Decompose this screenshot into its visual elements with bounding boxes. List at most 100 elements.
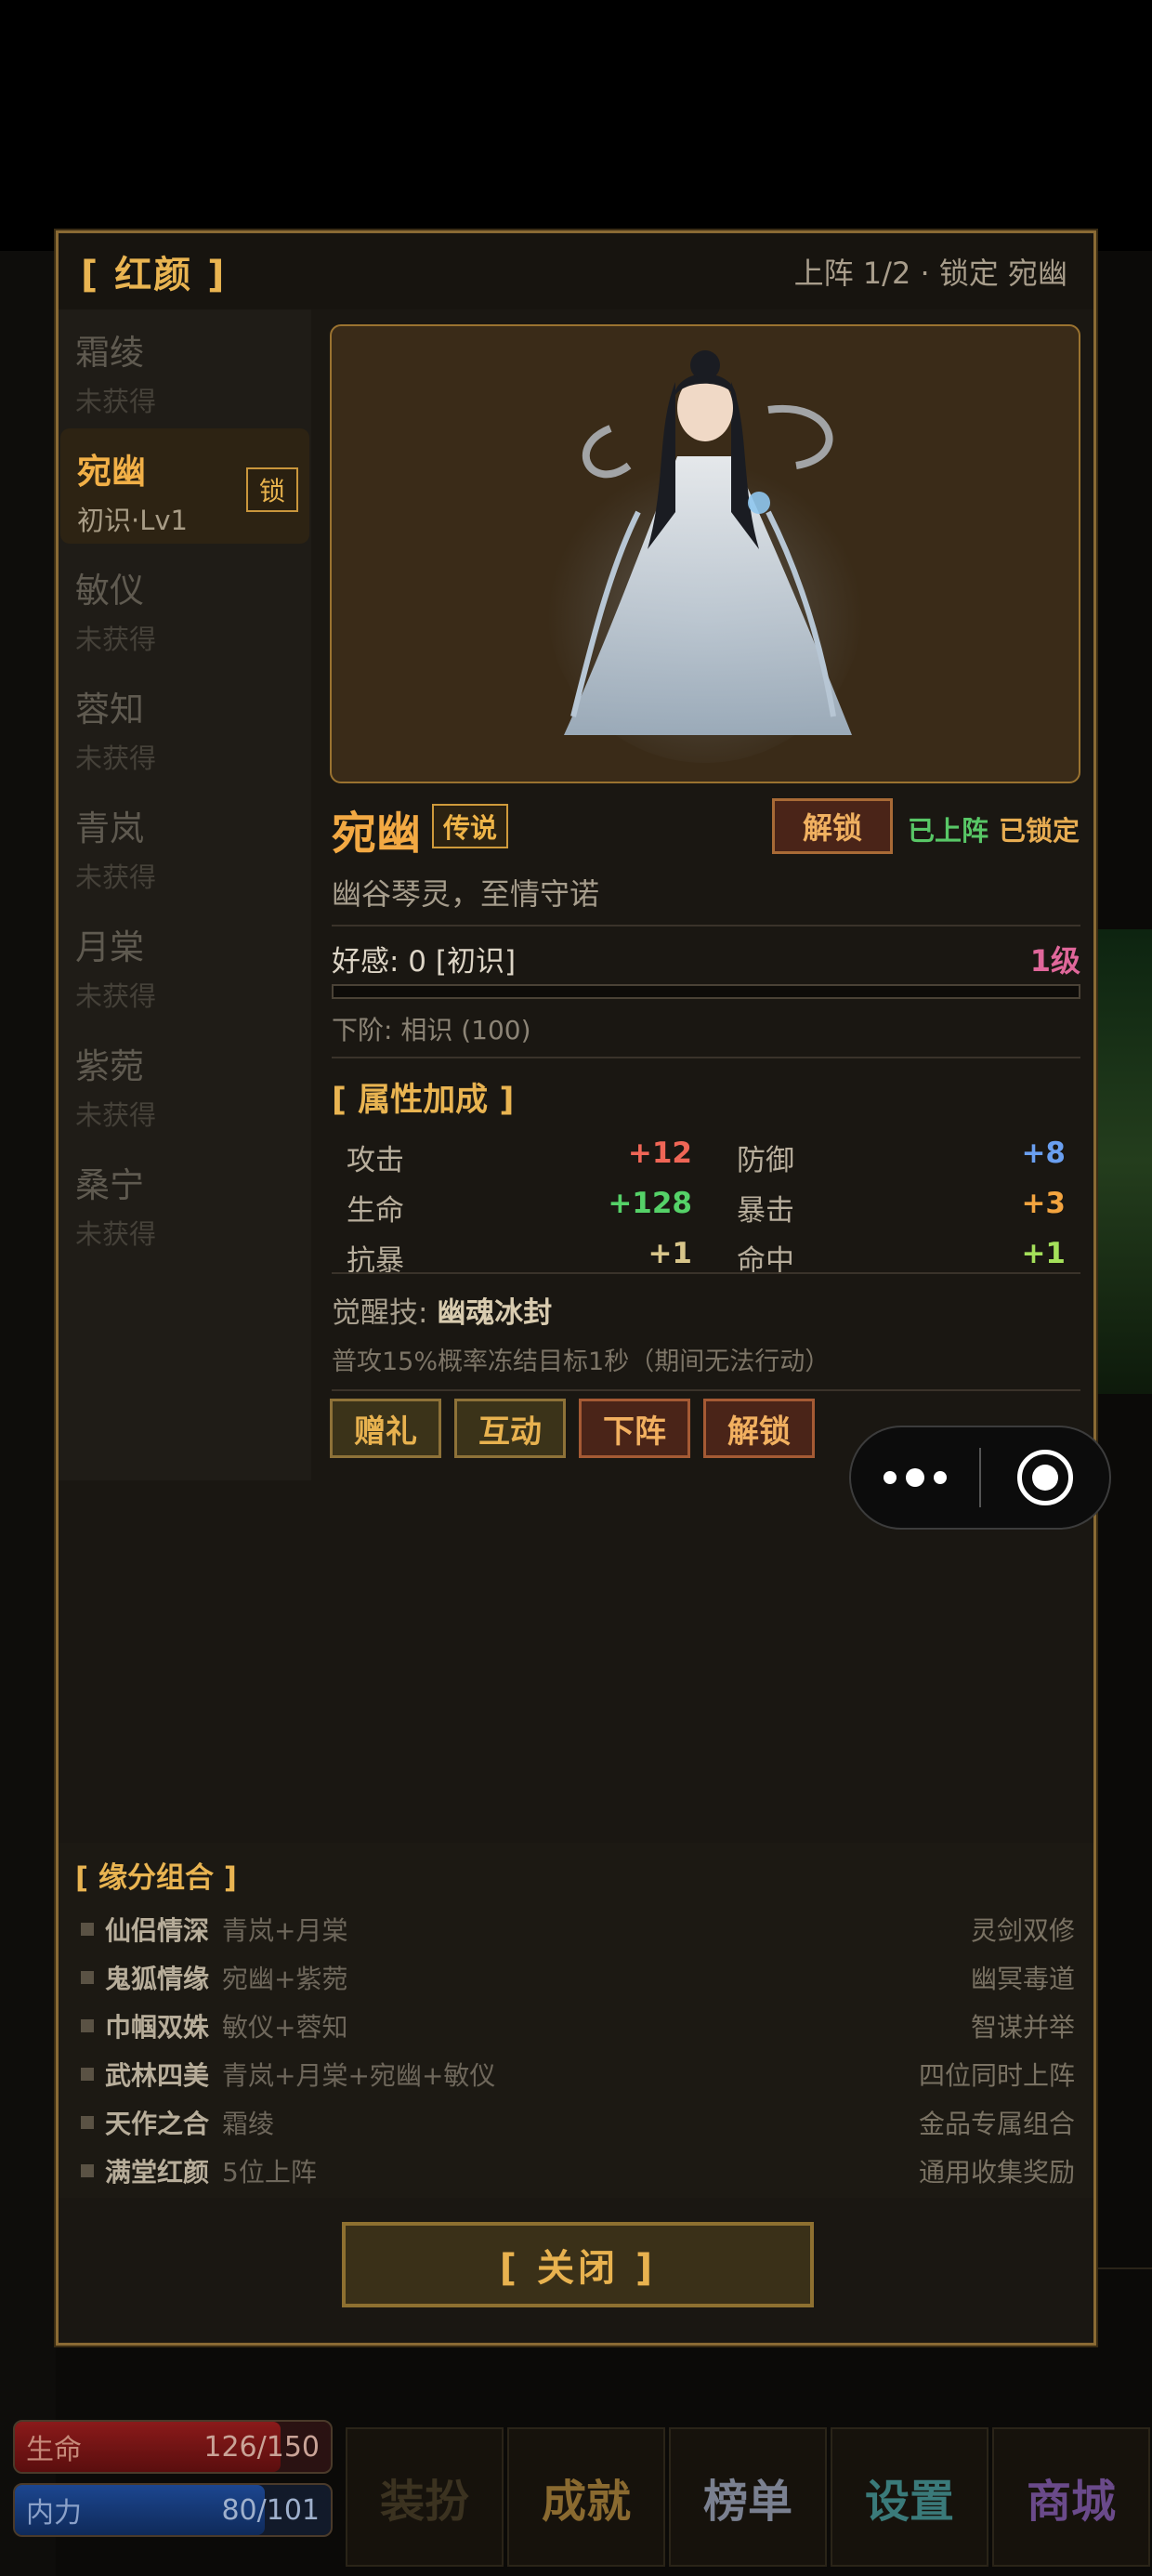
beauty-modal: [ 红颜 ] 上阵 1/2 · 锁定 宛幽 霜绫 未获得 宛幽 初识·Lv1 锁… xyxy=(56,230,1096,2346)
combo-desc: 通用收集奖励 xyxy=(918,2157,1075,2188)
list-item-sangning[interactable]: 桑宁 未获得 xyxy=(59,1142,311,1257)
more-dots-icon[interactable] xyxy=(851,1468,979,1487)
miniprogram-capsule xyxy=(849,1426,1111,1530)
divider xyxy=(332,1389,1080,1391)
awaken-skill: 觉醒技: 幽魂冰封 xyxy=(332,1289,552,1331)
attr-label-attack: 攻击 xyxy=(347,1144,404,1177)
list-item-shuangling[interactable]: 霜绫 未获得 xyxy=(59,309,311,425)
game-scenery xyxy=(1087,929,1152,1394)
combo-row: 鬼狐情缘 宛幽+紫菀 幽冥毒道 xyxy=(81,1954,1075,2001)
mp-value: 80/101 xyxy=(221,2493,320,2527)
hp-value: 126/150 xyxy=(203,2430,320,2464)
combo-row: 武林四美 青岚+月棠+宛幽+敏仪 四位同时上阵 xyxy=(81,2051,1075,2097)
combo-section: [ 缘分组合 ] 仙侣情深 青岚+月棠 灵剑双修 鬼狐情缘 宛幽+紫菀 幽冥毒道 巾帼双… xyxy=(59,1843,1093,2198)
attr-label-crit: 暴击 xyxy=(737,1194,794,1228)
gift-button[interactable]: 赠礼 xyxy=(330,1399,441,1458)
attr-value-crit: +3 xyxy=(1021,1187,1066,1220)
screen: 生命 126/150 内力 80/101 装扮 成就 榜单 设置 商城 [ 红颜… xyxy=(0,0,1152,2576)
undeploy-button[interactable]: 下阵 xyxy=(579,1399,690,1458)
favor-level: 1级 xyxy=(1029,943,1080,979)
list-item-name: 霜绫 xyxy=(75,333,144,373)
list-item-status: 未获得 xyxy=(75,624,157,655)
combo-desc: 幽冥毒道 xyxy=(970,1964,1075,1994)
lock-badge: 锁 xyxy=(246,467,298,512)
close-button[interactable]: [ 关闭 ] xyxy=(342,2222,814,2307)
tile-shop[interactable]: 商城 xyxy=(992,2427,1150,2567)
list-item-status: 未获得 xyxy=(75,980,157,1012)
combo-name: 武林四美 xyxy=(105,2060,210,2091)
list-item-status: 未获得 xyxy=(75,1218,157,1250)
list-item-name: 敏仪 xyxy=(75,571,144,611)
attr-value-hp: +128 xyxy=(608,1187,692,1220)
favor-progress-bar xyxy=(332,984,1080,999)
combo-name: 满堂红颜 xyxy=(105,2157,210,2188)
combo-members: 宛幽+紫菀 xyxy=(222,1964,348,1994)
list-item-qinglan[interactable]: 青岚 未获得 xyxy=(59,785,311,900)
combo-members: 青岚+月棠+宛幽+敏仪 xyxy=(222,2060,496,2091)
combo-members: 5位上阵 xyxy=(222,2157,317,2188)
combo-members: 霜绫 xyxy=(222,2109,275,2139)
target-icon[interactable] xyxy=(981,1450,1109,1505)
combo-title: [ 缘分组合 ] xyxy=(75,1861,237,1895)
list-item-minyi[interactable]: 敏仪 未获得 xyxy=(59,547,311,663)
divider xyxy=(332,925,1080,927)
tile-settings[interactable]: 设置 xyxy=(831,2427,988,2567)
combo-name: 鬼狐情缘 xyxy=(105,1964,210,1994)
combo-row: 天作之合 霜绫 金品专属组合 xyxy=(81,2099,1075,2146)
list-item-ziwan[interactable]: 紫菀 未获得 xyxy=(59,1023,311,1138)
list-item-yuetang[interactable]: 月棠 未获得 xyxy=(59,904,311,1019)
interact-button[interactable]: 互动 xyxy=(454,1399,566,1458)
attr-label-defense: 防御 xyxy=(737,1144,794,1177)
list-item-name: 蓉知 xyxy=(75,690,144,729)
list-item-name: 紫菀 xyxy=(75,1046,144,1086)
deploy-status: 上阵 1/2 · 锁定 宛幽 xyxy=(793,256,1067,291)
list-item-status: 未获得 xyxy=(75,861,157,893)
combo-name: 天作之合 xyxy=(105,2109,210,2139)
tile-achievement[interactable]: 成就 xyxy=(507,2427,665,2567)
skill-name: 幽魂冰封 xyxy=(437,1296,553,1330)
attribute-title: [ 属性加成 ] xyxy=(332,1082,515,1119)
character-portrait xyxy=(330,324,1080,783)
unlock-button[interactable]: 解锁 xyxy=(772,798,893,854)
combo-members: 敏仪+蓉知 xyxy=(222,2012,348,2043)
game-left-strip xyxy=(0,251,56,2576)
list-item-status: 未获得 xyxy=(75,1099,157,1131)
divider xyxy=(332,1272,1080,1274)
combo-name: 巾帼双姝 xyxy=(105,2012,210,2043)
character-detail: 宛幽 传说 解锁 已上阵 已锁定 幽谷琴灵，至情守诺 好感: 0 [初识] 1级… xyxy=(311,309,1093,2075)
character-list: 霜绫 未获得 宛幽 初识·Lv1 锁 敏仪 未获得 蓉知 未获得 青岚 未获得 … xyxy=(59,309,311,1480)
list-item-name: 青岚 xyxy=(75,808,144,848)
locked-tag: 已锁定 xyxy=(999,815,1080,847)
attr-value-crit-resist: +1 xyxy=(648,1237,692,1270)
deployed-tag: 已上阵 xyxy=(908,815,989,847)
character-description: 幽谷琴灵，至情守诺 xyxy=(332,876,600,912)
skill-description: 普攻15%概率冻结目标1秒（期间无法行动） xyxy=(332,1347,831,1376)
combo-desc: 金品专属组合 xyxy=(918,2109,1075,2139)
combo-row: 巾帼双姝 敏仪+蓉知 智谋并举 xyxy=(81,2003,1075,2049)
skill-prefix: 觉醒技: xyxy=(332,1296,438,1330)
combo-members: 青岚+月棠 xyxy=(222,1915,348,1946)
mp-bar: 内力 80/101 xyxy=(13,2483,333,2537)
attr-value-hit: +1 xyxy=(1021,1237,1066,1270)
combo-desc: 灵剑双修 xyxy=(970,1915,1075,1946)
list-item-status: 未获得 xyxy=(75,386,157,417)
divider xyxy=(332,1057,1080,1058)
list-item-rongzhi[interactable]: 蓉知 未获得 xyxy=(59,666,311,782)
attr-label-hp: 生命 xyxy=(347,1194,404,1228)
favor-text: 好感: 0 [初识] xyxy=(332,945,517,979)
modal-header: [ 红颜 ] 上阵 1/2 · 锁定 宛幽 xyxy=(59,233,1093,309)
mp-label: 内力 xyxy=(26,2497,82,2530)
list-item-name: 桑宁 xyxy=(75,1165,144,1205)
combo-row: 仙侣情深 青岚+月棠 灵剑双修 xyxy=(81,1906,1075,1952)
unlock-button-secondary[interactable]: 解锁 xyxy=(703,1399,815,1458)
combo-row: 满堂红颜 5位上阵 通用收集奖励 xyxy=(81,2148,1075,2194)
tile-ranking[interactable]: 榜单 xyxy=(669,2427,827,2567)
combo-desc: 四位同时上阵 xyxy=(918,2060,1075,2091)
hp-label: 生命 xyxy=(26,2434,82,2466)
character-figure-icon xyxy=(547,350,863,763)
modal-title: [ 红颜 ] xyxy=(81,254,227,296)
tile-dress[interactable]: 装扮 xyxy=(346,2427,504,2567)
rarity-badge: 传说 xyxy=(432,804,509,848)
combo-name: 仙侣情深 xyxy=(105,1915,210,1946)
list-item-wanyou[interactable]: 宛幽 初识·Lv1 锁 xyxy=(60,428,309,544)
